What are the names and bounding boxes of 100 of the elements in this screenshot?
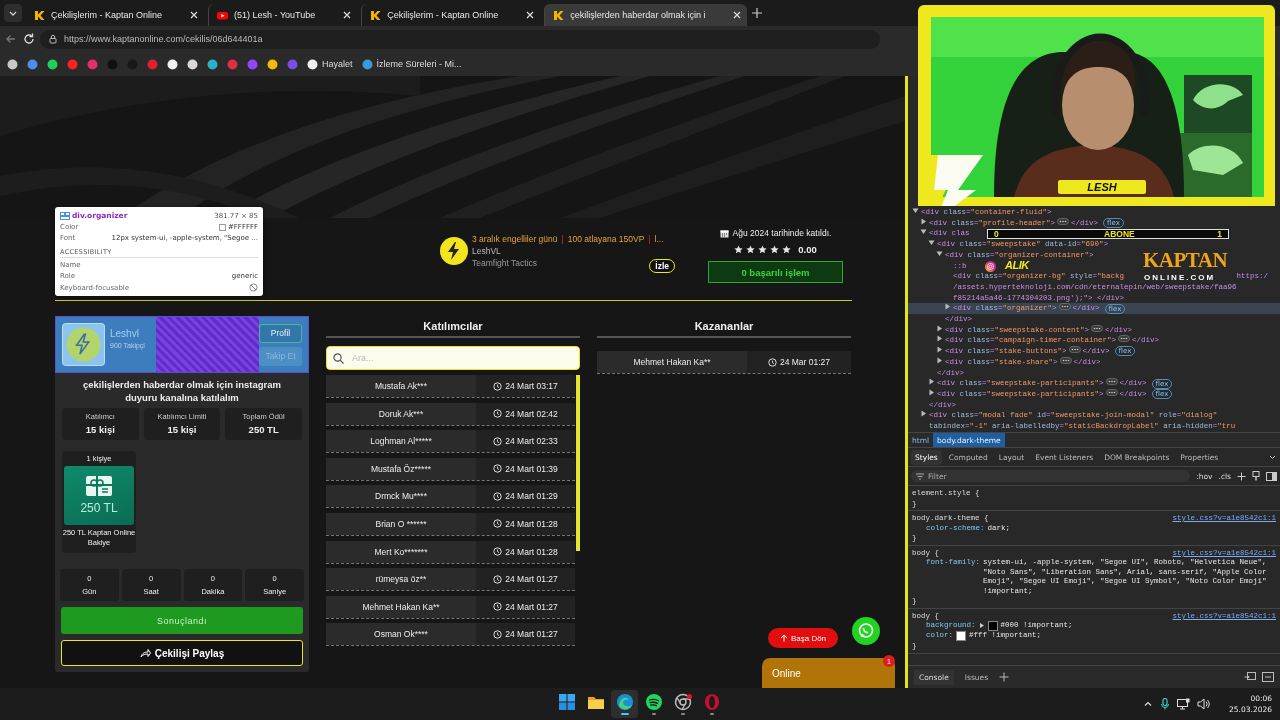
giveaway-title: çekilişlerden haberdar olmak için instagram duyuru kanalına katılalım bbox=[82, 378, 282, 406]
close-icon[interactable] bbox=[190, 11, 199, 19]
ellipsis-icon[interactable] bbox=[1118, 335, 1131, 343]
participant-name: Brian O ****** bbox=[326, 512, 476, 535]
ellipsis-icon[interactable] bbox=[1068, 346, 1081, 354]
star-icon bbox=[782, 245, 792, 254]
entry-time: 24 Mart 01:27 bbox=[505, 574, 558, 585]
paint-brush-icon[interactable] bbox=[1252, 471, 1260, 481]
filter-icon bbox=[916, 472, 924, 480]
share-button[interactable]: Çekilişi Paylaş bbox=[61, 640, 303, 666]
entry-time: 24 Mart 02:42 bbox=[505, 408, 558, 419]
calendar-icon bbox=[719, 228, 729, 238]
expand-arrow-icon[interactable] bbox=[920, 410, 927, 418]
entry-time: 24 Mart 01:27 bbox=[505, 629, 558, 640]
collapse-arrow-icon[interactable] bbox=[920, 228, 927, 236]
reload-icon[interactable] bbox=[22, 32, 36, 46]
clock-icon bbox=[493, 547, 503, 557]
browser-icon bbox=[673, 693, 692, 711]
bookmark-icon[interactable] bbox=[187, 58, 198, 70]
taskbar-app[interactable] bbox=[611, 690, 638, 718]
bookmark-icon[interactable] bbox=[7, 58, 18, 70]
lock-icon[interactable] bbox=[48, 34, 58, 44]
name-plate: LESH bbox=[1058, 180, 1146, 194]
bookmark[interactable]: Hayalet bbox=[307, 58, 353, 70]
expand-arrow-icon[interactable] bbox=[928, 388, 935, 396]
star-icon bbox=[734, 245, 744, 254]
participant-name: Mehmet Hakan Ka** bbox=[326, 595, 476, 618]
collapse-arrow-icon[interactable] bbox=[928, 239, 935, 247]
ellipsis-icon[interactable] bbox=[1091, 324, 1104, 332]
site-logo-icon bbox=[553, 9, 565, 21]
opera-browser-icon bbox=[702, 693, 721, 711]
bookmark-icon[interactable] bbox=[167, 58, 178, 70]
volume-icon[interactable] bbox=[1197, 698, 1211, 710]
close-icon[interactable] bbox=[526, 11, 535, 19]
participant-name: Mustafa Ak*** bbox=[326, 375, 476, 397]
collapse-arrow-icon[interactable] bbox=[912, 207, 919, 214]
participant-name: Mustafa Öz***** bbox=[326, 457, 476, 480]
ellipsis-icon[interactable] bbox=[1059, 356, 1072, 364]
tab-search-button[interactable] bbox=[4, 4, 22, 22]
expand-arrow-icon[interactable] bbox=[920, 217, 927, 225]
chevron-up-icon[interactable] bbox=[1143, 699, 1154, 709]
close-icon[interactable] bbox=[733, 11, 742, 19]
bookmark-icon[interactable] bbox=[207, 58, 218, 70]
chat-bubble-icon[interactable] bbox=[852, 617, 880, 645]
site-logo-icon bbox=[370, 9, 382, 21]
back-to-top-button[interactable]: Başa Dön bbox=[768, 628, 838, 648]
color-swatch-icon bbox=[218, 223, 226, 231]
plus-icon[interactable] bbox=[1237, 471, 1246, 481]
organizer-name: Leshvl bbox=[110, 328, 140, 339]
ellipsis-icon[interactable] bbox=[1058, 303, 1071, 311]
expand-arrow-icon[interactable] bbox=[936, 346, 943, 354]
logo-subtext: ONLINE.COM bbox=[1144, 273, 1216, 282]
expand-arrow-icon[interactable] bbox=[936, 356, 943, 364]
clock-icon bbox=[493, 464, 503, 474]
address-bar[interactable]: https://www.kaptanonline.com/cekilis/06d644401a bbox=[40, 29, 880, 49]
expand-arrow-icon[interactable] bbox=[936, 335, 943, 343]
bookmark-icon[interactable] bbox=[47, 58, 58, 70]
entry-time: 24 Mart 01:39 bbox=[505, 463, 558, 474]
collapse-arrow-icon[interactable] bbox=[936, 249, 943, 257]
ellipsis-icon[interactable] bbox=[1057, 217, 1070, 225]
close-icon[interactable] bbox=[343, 11, 352, 19]
clock-icon bbox=[493, 574, 503, 584]
color-swatch-icon[interactable] bbox=[987, 621, 998, 632]
dock-icon[interactable] bbox=[1244, 672, 1256, 682]
entry-time: 24 Mar 01:27 bbox=[779, 357, 831, 367]
entry-time: 24 Mart 03:17 bbox=[505, 381, 558, 391]
bookmark-icon[interactable] bbox=[267, 58, 278, 70]
entry-time: 24 Mart 02:33 bbox=[505, 436, 558, 447]
sidebar-icon[interactable] bbox=[1266, 471, 1277, 481]
participant-name: Loghman Al***** bbox=[326, 430, 476, 453]
expand-arrow-icon[interactable] bbox=[944, 303, 951, 311]
color-swatch-icon[interactable] bbox=[956, 631, 966, 642]
expand-arrow-icon[interactable] bbox=[928, 378, 935, 386]
bookmark[interactable]: İzleme Süreleri - Mi... bbox=[361, 58, 462, 70]
ellipsis-icon[interactable] bbox=[1105, 378, 1118, 386]
participant-name: Mehmet Hakan Ka** bbox=[597, 351, 747, 373]
site-logo-icon bbox=[34, 9, 45, 21]
network-icon[interactable] bbox=[1177, 698, 1191, 710]
social-handle: ALIK bbox=[1005, 260, 1029, 271]
stat-value: 15 kişi bbox=[167, 424, 197, 436]
new-tab-icon[interactable] bbox=[751, 7, 764, 19]
bar-label: ABONE bbox=[1104, 230, 1136, 238]
stat-value: 250 TL bbox=[248, 424, 279, 436]
stream-title: 3 aralık engelliler günü | 100 atlayana 150VP | l... bbox=[472, 234, 664, 244]
clock-icon bbox=[493, 519, 503, 529]
watch-button[interactable]: İzle bbox=[649, 259, 675, 273]
browser-tab[interactable]: çekilişlerden haberdar olmak için i bbox=[544, 4, 748, 26]
clock-icon bbox=[493, 436, 503, 446]
plus-icon[interactable] bbox=[999, 672, 1010, 682]
entry-time: 24 Mart 01:28 bbox=[505, 546, 558, 557]
windows-logo-icon bbox=[557, 693, 576, 711]
expand-arrow-icon[interactable] bbox=[936, 324, 943, 332]
microphone-icon[interactable] bbox=[1160, 698, 1171, 710]
channel-name: LeshVL bbox=[472, 246, 501, 256]
panel-icon[interactable] bbox=[1262, 672, 1274, 682]
ellipsis-icon[interactable] bbox=[1105, 388, 1118, 396]
clock-icon bbox=[493, 381, 503, 391]
browser-tab[interactable]: Çekilişlerim - Kaptan Online bbox=[26, 4, 205, 26]
expand-arrow-icon[interactable] bbox=[978, 621, 985, 631]
profile-button[interactable]: Profil bbox=[259, 323, 302, 343]
